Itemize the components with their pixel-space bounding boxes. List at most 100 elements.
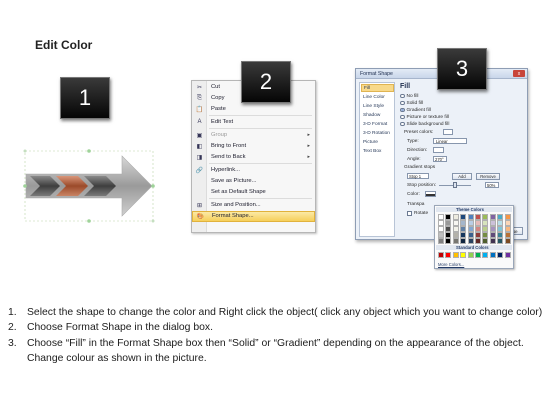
menu-item-send-to-back[interactable]: ◨ Send to Back ▸ — [192, 152, 315, 163]
type-select[interactable]: Linear — [433, 138, 467, 144]
nav-item-3d-format[interactable]: 3-D Format — [361, 120, 394, 128]
theme-color-swatch[interactable] — [438, 238, 444, 244]
theme-color-swatch[interactable] — [445, 238, 452, 244]
theme-color-swatch[interactable] — [504, 238, 511, 244]
instruction-text: Choose Format Shape in the dialog box. — [27, 322, 213, 334]
theme-color-swatch[interactable] — [475, 238, 481, 244]
nav-item-fill[interactable]: Fill — [361, 84, 394, 92]
color-picker-button[interactable] — [425, 191, 436, 197]
selected-arrow-shape[interactable] — [22, 148, 158, 226]
gradient-stops-label: Gradient stops — [404, 165, 436, 170]
preset-colors-dropdown[interactable] — [443, 129, 453, 135]
stop-position-label: Stop position: — [407, 183, 437, 188]
menu-separator — [209, 115, 312, 116]
add-stop-button[interactable]: Add — [452, 173, 472, 180]
standard-color-swatch[interactable] — [460, 252, 467, 258]
more-colors-link[interactable]: More Colors... — [438, 262, 464, 267]
menu-item-bring-to-front[interactable]: ◧ Bring to Front ▸ — [192, 141, 315, 152]
remove-stop-button[interactable]: Remove — [476, 173, 500, 180]
menu-item-size-and-position[interactable]: ⊞ Size and Position... — [192, 200, 315, 211]
instruction-step: 2. Choose Format Shape in the dialog box… — [8, 320, 553, 335]
theme-color-swatch[interactable] — [489, 238, 496, 244]
theme-color-swatch[interactable] — [497, 238, 504, 244]
submenu-arrow-icon: ▸ — [307, 143, 310, 150]
nav-item-line-style[interactable]: Line Style — [361, 102, 394, 110]
angle-label: Angle: — [407, 157, 421, 162]
submenu-arrow-icon: ▸ — [307, 154, 310, 161]
hyperlink-icon: 🔗 — [195, 167, 204, 174]
theme-color-swatch[interactable] — [460, 238, 467, 244]
cut-icon: ✂ — [196, 84, 203, 91]
radio-no-fill[interactable]: No fill — [400, 93, 419, 99]
color-label: Color: — [407, 192, 420, 197]
rotate-checkbox[interactable] — [407, 211, 412, 216]
standard-color-swatch[interactable] — [445, 252, 452, 258]
nav-item-line-color[interactable]: Line Color — [361, 93, 394, 101]
radio-gradient-fill[interactable]: Gradient fill — [400, 107, 431, 113]
step-badge-3: 3 — [437, 48, 487, 90]
instruction-text: Choose “Fill” in the Format Shape box th… — [27, 337, 524, 364]
direction-dropdown[interactable] — [433, 147, 444, 153]
paste-icon: 📋 — [195, 106, 204, 113]
menu-item-paste[interactable]: 📋 Paste — [192, 104, 315, 115]
size-position-icon: ⊞ — [196, 202, 203, 209]
rotate-label: Rotate — [414, 211, 429, 216]
instructions-list: 1. Select the shape to change the color … — [8, 305, 553, 366]
nav-item-shadow[interactable]: Shadow — [361, 111, 394, 119]
standard-color-swatch[interactable] — [475, 252, 481, 258]
standard-color-swatch[interactable] — [438, 252, 444, 258]
standard-color-swatch[interactable] — [489, 252, 496, 258]
direction-label: Direction: — [407, 148, 428, 153]
type-label: Type: — [407, 139, 419, 144]
menu-item-set-as-default-shape[interactable]: Set as Default Shape — [192, 187, 315, 198]
instruction-step: 1. Select the shape to change the color … — [8, 305, 553, 320]
submenu-arrow-icon: ▸ — [307, 132, 310, 139]
group-icon: ▣ — [196, 132, 203, 139]
nav-item-picture[interactable]: Picture — [361, 138, 394, 146]
standard-color-swatch[interactable] — [482, 252, 489, 258]
menu-item-save-as-picture[interactable]: Save as Picture... — [192, 176, 315, 187]
arrow-graphic — [23, 149, 155, 223]
slider-knob[interactable] — [453, 182, 457, 188]
radio-slide-bg-fill[interactable]: Slide background fill — [400, 121, 449, 127]
menu-item-group[interactable]: ▣ Group ▸ — [192, 130, 315, 141]
bring-to-front-icon: ◧ — [196, 143, 203, 150]
preset-colors-label: Preset colors: — [404, 130, 434, 135]
nav-item-text-box[interactable]: Text Box — [361, 147, 394, 155]
menu-item-format-shape[interactable]: 🎨 Format Shape... — [192, 211, 315, 222]
menu-separator — [209, 128, 312, 129]
menu-item-hyperlink[interactable]: 🔗 Hyperlink... — [192, 165, 315, 176]
theme-color-swatch[interactable] — [452, 238, 459, 244]
send-to-back-icon: ◨ — [196, 154, 203, 161]
fill-section-heading: Fill — [400, 83, 411, 90]
instruction-step: 3. Choose “Fill” in the Format Shape box… — [8, 336, 553, 367]
transparency-label: Transpa — [407, 202, 425, 207]
standard-color-swatch[interactable] — [497, 252, 504, 258]
dialog-nav: Fill Line Color Line Style Shadow 3-D Fo… — [359, 82, 395, 237]
radio-solid-fill[interactable]: Solid fill — [400, 100, 423, 106]
theme-color-swatch[interactable] — [482, 238, 489, 244]
standard-color-swatch[interactable] — [467, 252, 474, 258]
theme-colors-heading: Theme Colors — [436, 207, 512, 212]
radio-picture-fill[interactable]: Picture or texture fill — [400, 114, 449, 120]
menu-separator — [209, 198, 312, 199]
instruction-text: Select the shape to change the color and… — [27, 307, 543, 318]
standard-color-swatch[interactable] — [452, 252, 459, 258]
stop-position-input[interactable]: 50% — [485, 182, 499, 188]
copy-icon: ⎘ — [197, 94, 202, 101]
step-badge-2: 2 — [241, 61, 291, 103]
angle-input[interactable]: 270° — [433, 156, 447, 162]
edit-text-icon: A — [197, 119, 202, 126]
slide-title: Edit Color — [35, 38, 93, 52]
color-palette-popup: Theme Colors Standard Colors More Colors… — [434, 205, 514, 269]
menu-item-edit-text[interactable]: A Edit Text — [192, 117, 315, 128]
format-shape-icon: 🎨 — [196, 213, 205, 220]
stop-select[interactable]: Stop 1 — [407, 173, 429, 179]
dialog-close-button[interactable]: x — [513, 70, 525, 77]
standard-color-swatch[interactable] — [504, 252, 511, 258]
menu-separator — [209, 163, 312, 164]
nav-item-3d-rotation[interactable]: 3-D Rotation — [361, 129, 394, 137]
step-badge-1: 1 — [60, 77, 110, 119]
standard-colors-heading: Standard Colors — [436, 245, 512, 250]
theme-color-swatch[interactable] — [467, 238, 474, 244]
